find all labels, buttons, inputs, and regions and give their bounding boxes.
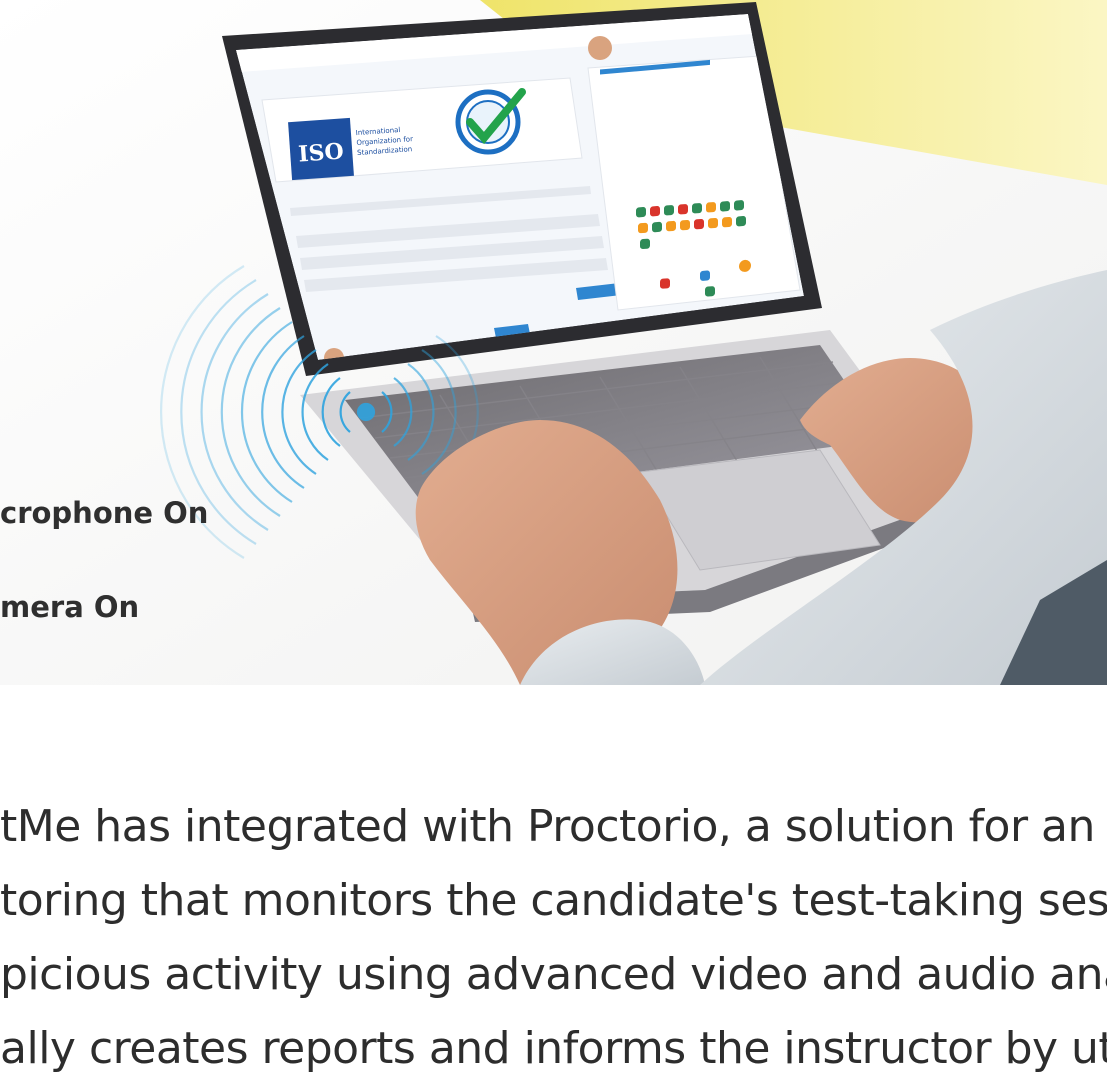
description-line: picious activity using advanced video an… [0,949,1107,1000]
description-paragraph: tMe has integrated with Proctorio, a sol… [0,790,1107,1090]
hero-image: ISO International Organization for Stand… [0,0,1107,685]
iso-logo-text: ISO [297,138,344,167]
description-line: ally creates reports and informs the ins… [0,1023,1107,1074]
laptop-illustration: ISO International Organization for Stand… [0,0,1107,685]
microphone-on-label: crophone On [0,496,209,530]
description-line: tMe has integrated with Proctorio, a sol… [0,801,1107,852]
description-line: toring that monitors the candidate's tes… [0,875,1107,926]
camera-on-label: mera On [0,590,140,624]
